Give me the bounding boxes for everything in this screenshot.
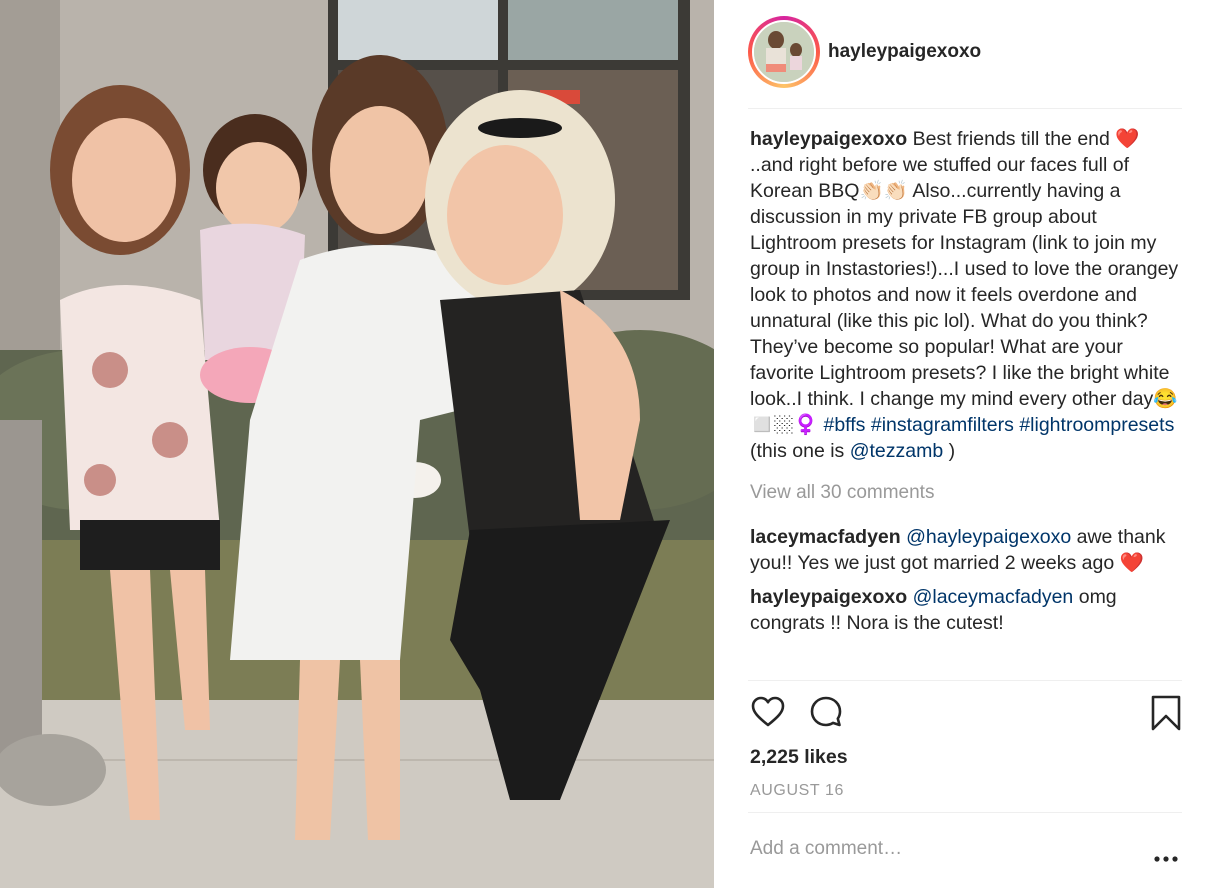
heart-emoji: ❤️: [1115, 128, 1140, 150]
story-ring[interactable]: [748, 16, 820, 88]
post-side-panel: hayleypaigexoxo hayleypaigexoxo Best fri…: [714, 0, 1212, 888]
heart-emoji: ❤️: [1119, 552, 1144, 574]
likes-count[interactable]: 2,225 likes: [750, 746, 848, 769]
comment-mention[interactable]: @hayleypaigexoxo: [906, 526, 1071, 548]
add-comment-input[interactable]: Add a comment…: [750, 838, 902, 860]
caption-text-3: Also...currently having a discussion in …: [750, 180, 1179, 410]
heart-outline-icon[interactable]: [750, 694, 786, 735]
avatar[interactable]: [752, 20, 816, 84]
clap-emoji: 👏🏻👏🏻: [859, 180, 909, 202]
post-actions-bar: [750, 694, 1182, 738]
speech-bubble-icon[interactable]: [808, 694, 844, 735]
bookmark-icon[interactable]: [1148, 694, 1184, 737]
caption-credit-suffix: ): [948, 440, 956, 462]
post-header: hayleypaigexoxo: [748, 14, 1180, 106]
credit-mention[interactable]: @tezzamb: [850, 440, 944, 462]
actions-divider: [748, 680, 1182, 681]
comment-username[interactable]: laceymacfadyen: [750, 526, 901, 548]
post-date[interactable]: AUGUST 16: [750, 782, 844, 800]
hashtag-lightroompresets[interactable]: #lightroompresets: [1019, 414, 1174, 436]
ellipsis-icon[interactable]: [1154, 850, 1178, 868]
header-divider: [748, 108, 1182, 109]
post-photo[interactable]: [0, 0, 714, 888]
photo-illustration: [0, 0, 714, 888]
post-caption: hayleypaigexoxo Best friends till the en…: [750, 126, 1184, 464]
comment-input-divider: [748, 812, 1182, 813]
comment-mention[interactable]: @laceymacfadyen: [913, 586, 1074, 608]
caption-text-1: Best friends till the end: [912, 128, 1110, 150]
comment-item: hayleypaigexoxo @laceymacfadyen omg cong…: [750, 584, 1184, 636]
hashtag-bffs[interactable]: #bffs: [823, 414, 865, 436]
comments-section: hayleypaigexoxo Best friends till the en…: [750, 126, 1184, 644]
caption-username[interactable]: hayleypaigexoxo: [750, 128, 907, 150]
view-all-comments-link[interactable]: View all 30 comments: [750, 480, 1184, 506]
comment-username[interactable]: hayleypaigexoxo: [750, 586, 907, 608]
comment-item: laceymacfadyen @hayleypaigexoxo awe than…: [750, 524, 1184, 576]
post-author-username[interactable]: hayleypaigexoxo: [828, 41, 981, 63]
hashtag-instagramfilters[interactable]: #instagramfilters: [871, 414, 1014, 436]
caption-credit-prefix: (this one is: [750, 440, 845, 462]
